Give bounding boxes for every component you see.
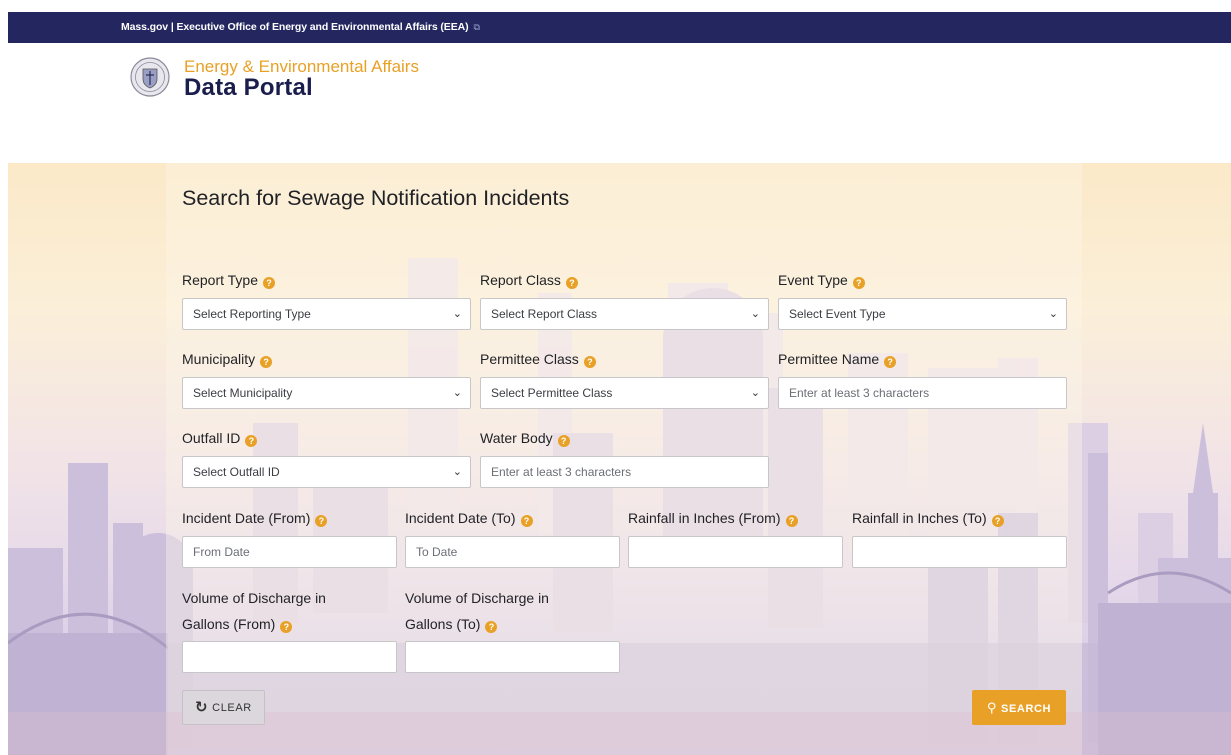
report-type-value: Select Reporting Type	[193, 307, 311, 321]
permittee-class-label-text: Permittee Class	[480, 351, 579, 367]
rain-from-help-icon[interactable]: ?	[785, 515, 798, 527]
water-body-help-icon[interactable]: ?	[557, 435, 570, 447]
permittee-class-help-icon[interactable]: ?	[583, 356, 596, 368]
mass-gov-link-text: Mass.gov | Executive Office of Energy an…	[121, 21, 469, 33]
search-icon: ⚲	[986, 700, 998, 715]
outfall-id-label-text: Outfall ID	[182, 430, 241, 446]
municipality-value: Select Municipality	[193, 386, 293, 400]
water-body-input[interactable]: Enter at least 3 characters	[480, 456, 769, 488]
outfall-id-value: Select Outfall ID	[193, 465, 280, 479]
page-title: Search for Sewage Notification Incidents	[182, 186, 570, 210]
search-button[interactable]: ⚲ SEARCH	[972, 690, 1066, 725]
report-class-select[interactable]: Select Report Class ⌄	[480, 298, 769, 330]
chevron-down-icon: ⌄	[452, 308, 462, 320]
mass-gov-link[interactable]: Mass.gov | Executive Office of Energy an…	[121, 21, 480, 33]
rain-to-help-icon[interactable]: ?	[991, 515, 1004, 527]
incident-to-label: Incident Date (To)?	[405, 508, 533, 528]
vol-to-help-icon[interactable]: ?	[485, 621, 498, 633]
incident-from-input[interactable]: From Date	[182, 536, 397, 568]
incident-to-input[interactable]: To Date	[405, 536, 620, 568]
event-type-select[interactable]: Select Event Type ⌄	[778, 298, 1067, 330]
chevron-down-icon: ⌄	[452, 387, 462, 399]
rain-from-input[interactable]	[628, 536, 843, 568]
vol-from-label: Volume of Discharge in	[182, 588, 326, 608]
permittee-name-placeholder: Enter at least 3 characters	[789, 386, 930, 400]
event-type-value: Select Event Type	[789, 307, 886, 321]
chevron-down-icon: ⌄	[750, 387, 760, 399]
report-type-select[interactable]: Select Reporting Type ⌄	[182, 298, 471, 330]
incident-to-placeholder: To Date	[416, 545, 458, 559]
vol-from-input[interactable]	[182, 641, 397, 673]
outfall-id-select[interactable]: Select Outfall ID ⌄	[182, 456, 471, 488]
permittee-name-input[interactable]: Enter at least 3 characters	[778, 377, 1067, 409]
rain-from-label: Rainfall in Inches (From)?	[628, 508, 798, 528]
incident-from-placeholder: From Date	[193, 545, 250, 559]
external-link-icon: ⧉	[473, 22, 480, 32]
refresh-icon: ↻	[195, 699, 209, 716]
incident-from-label-text: Incident Date (From)	[182, 510, 311, 526]
outfall-id-label: Outfall ID?	[182, 428, 258, 448]
report-type-label-text: Report Type	[182, 272, 259, 288]
report-class-value: Select Report Class	[491, 307, 598, 321]
report-class-label: Report Class?	[480, 270, 578, 290]
search-button-label: SEARCH	[1001, 703, 1052, 715]
incident-from-help-icon[interactable]: ?	[315, 515, 328, 527]
municipality-label: Municipality?	[182, 349, 273, 369]
vol-to-input[interactable]	[405, 641, 620, 673]
rain-to-label-text: Rainfall in Inches (To)	[852, 510, 987, 526]
outfall-id-help-icon[interactable]: ?	[245, 435, 258, 447]
vol-to-label-line2: Gallons (To)	[405, 616, 481, 632]
rain-to-label: Rainfall in Inches (To)?	[852, 508, 1004, 528]
chevron-down-icon: ⌄	[452, 466, 462, 478]
vol-from-help-icon[interactable]: ?	[280, 621, 293, 633]
vol-to-label-2: Gallons (To)?	[405, 614, 498, 634]
permittee-class-value: Select Permittee Class	[491, 386, 613, 400]
municipality-label-text: Municipality	[182, 351, 256, 367]
brand-title: Data Portal	[184, 74, 313, 101]
permittee-class-select[interactable]: Select Permittee Class ⌄	[480, 377, 769, 409]
permittee-class-label: Permittee Class?	[480, 349, 596, 369]
incident-to-help-icon[interactable]: ?	[520, 515, 533, 527]
permittee-name-label: Permittee Name?	[778, 349, 897, 369]
vol-from-label-line1: Volume of Discharge in	[182, 590, 326, 606]
permittee-name-help-icon[interactable]: ?	[884, 356, 897, 368]
permittee-name-label-text: Permittee Name	[778, 351, 880, 367]
event-type-label-text: Event Type	[778, 272, 848, 288]
state-seal-icon	[130, 57, 170, 97]
rain-to-input[interactable]	[852, 536, 1067, 568]
report-class-label-text: Report Class	[480, 272, 561, 288]
incident-from-label: Incident Date (From)?	[182, 508, 328, 528]
top-bar: Mass.gov | Executive Office of Energy an…	[8, 12, 1231, 43]
municipality-help-icon[interactable]: ?	[260, 356, 273, 368]
chevron-down-icon: ⌄	[750, 308, 760, 320]
clear-button[interactable]: ↻ CLEAR	[182, 690, 265, 725]
vol-to-label: Volume of Discharge in	[405, 588, 549, 608]
clear-button-label: CLEAR	[212, 702, 252, 714]
vol-from-label-line2: Gallons (From)	[182, 616, 276, 632]
vol-from-label-2: Gallons (From)?	[182, 614, 293, 634]
water-body-placeholder: Enter at least 3 characters	[491, 465, 632, 479]
report-type-label: Report Type?	[182, 270, 276, 290]
event-type-help-icon[interactable]: ?	[852, 277, 865, 289]
report-class-help-icon[interactable]: ?	[565, 277, 578, 289]
incident-to-label-text: Incident Date (To)	[405, 510, 516, 526]
report-type-help-icon[interactable]: ?	[263, 277, 276, 289]
event-type-label: Event Type?	[778, 270, 865, 290]
vol-to-label-line1: Volume of Discharge in	[405, 590, 549, 606]
municipality-select[interactable]: Select Municipality ⌄	[182, 377, 471, 409]
rain-from-label-text: Rainfall in Inches (From)	[628, 510, 781, 526]
water-body-label-text: Water Body	[480, 430, 553, 446]
chevron-down-icon: ⌄	[1048, 308, 1058, 320]
water-body-label: Water Body?	[480, 428, 570, 448]
